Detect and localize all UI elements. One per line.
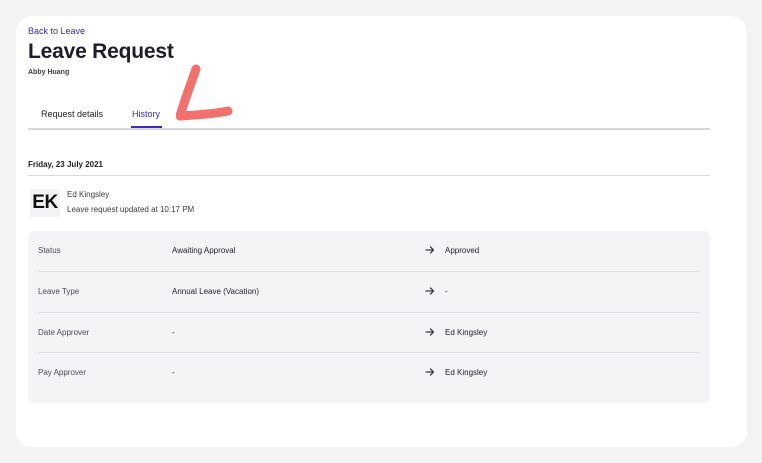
tab-bar: Request details History	[28, 108, 710, 130]
change-new-value: Ed Kingsley	[445, 328, 488, 337]
change-row-pay-approver: Pay Approver - Ed Kingsley	[38, 353, 699, 393]
change-field-label: Pay Approver	[38, 368, 87, 377]
avatar: EK	[30, 189, 60, 217]
arrow-right-icon	[425, 246, 435, 254]
history-update-description: Leave request updated at 10:17 PM	[67, 205, 195, 214]
change-new-value: -	[445, 287, 448, 296]
history-actor-name: Ed Kingsley	[67, 190, 110, 199]
hand-drawn-l-annotation	[176, 64, 233, 121]
tab-history[interactable]: History	[132, 109, 160, 119]
change-field-label: Date Approver	[38, 328, 90, 337]
arrow-right-icon	[425, 368, 435, 376]
change-row-date-approver: Date Approver - Ed Kingsley	[38, 313, 699, 353]
change-field-label: Status	[38, 246, 61, 255]
back-to-leave-link[interactable]: Back to Leave	[28, 26, 85, 36]
employee-name: Abby Huang	[28, 69, 70, 76]
date-divider	[28, 175, 710, 176]
change-previous-value: -	[172, 368, 175, 377]
tab-request-details[interactable]: Request details	[41, 109, 103, 119]
change-new-value: Approved	[445, 246, 480, 255]
active-tab-indicator	[131, 126, 162, 128]
history-date-heading: Friday, 23 July 2021	[28, 160, 104, 169]
arrow-right-icon	[425, 328, 435, 336]
change-row-status: Status Awaiting Approval Approved	[38, 231, 699, 271]
page-title: Leave Request	[28, 40, 174, 63]
change-previous-value: Awaiting Approval	[172, 246, 236, 255]
change-field-label: Leave Type	[38, 287, 80, 296]
changes-panel: Status Awaiting Approval Approved Leave …	[28, 231, 710, 403]
change-previous-value: -	[172, 328, 175, 337]
change-previous-value: Annual Leave (Vacation)	[172, 287, 260, 296]
change-new-value: Ed Kingsley	[445, 368, 488, 377]
leave-request-card: Back to Leave Leave Request Abby Huang R…	[16, 16, 747, 447]
change-row-leave-type: Leave Type Annual Leave (Vacation) -	[38, 272, 699, 312]
arrow-right-icon	[425, 287, 435, 295]
